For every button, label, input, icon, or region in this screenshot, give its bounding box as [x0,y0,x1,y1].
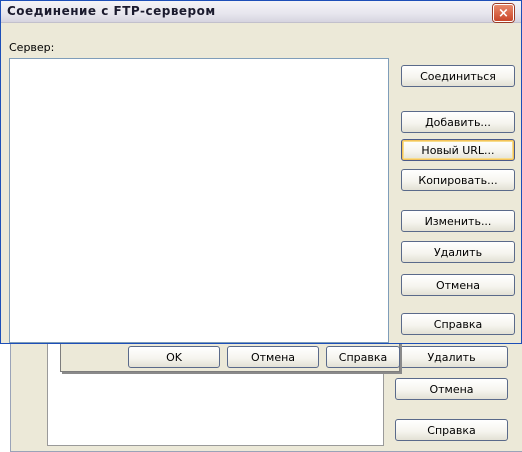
new-url-button[interactable]: Новый URL... [401,139,515,161]
help-button[interactable]: Справка [401,313,515,335]
cancel-button[interactable]: Отмена [401,274,515,296]
copy-button[interactable]: Копировать... [401,169,515,191]
server-label: Сервер: [9,41,55,54]
connect-button[interactable]: Соединиться [401,65,515,87]
middle-help-button[interactable]: Справка [326,346,400,368]
dialog-title: Соединение с FTP-сервером [7,4,216,18]
delete-button[interactable]: Удалить [401,241,515,263]
ftp-connect-dialog: Соединение с FTP-сервером × Сервер: Соед… [0,0,522,344]
server-list[interactable] [9,58,389,343]
middle-ok-button[interactable]: OK [128,346,220,368]
background-cancel-button[interactable]: Отмена [395,378,508,400]
middle-cancel-button[interactable]: Отмена [227,346,319,368]
background-delete-button[interactable]: Удалить [395,346,508,368]
title-bar[interactable]: Соединение с FTP-сервером × [1,1,521,23]
close-icon[interactable]: × [493,4,514,22]
edit-button[interactable]: Изменить... [401,210,515,232]
add-button[interactable]: Добавить... [401,111,515,133]
background-help-button[interactable]: Справка [395,419,508,441]
